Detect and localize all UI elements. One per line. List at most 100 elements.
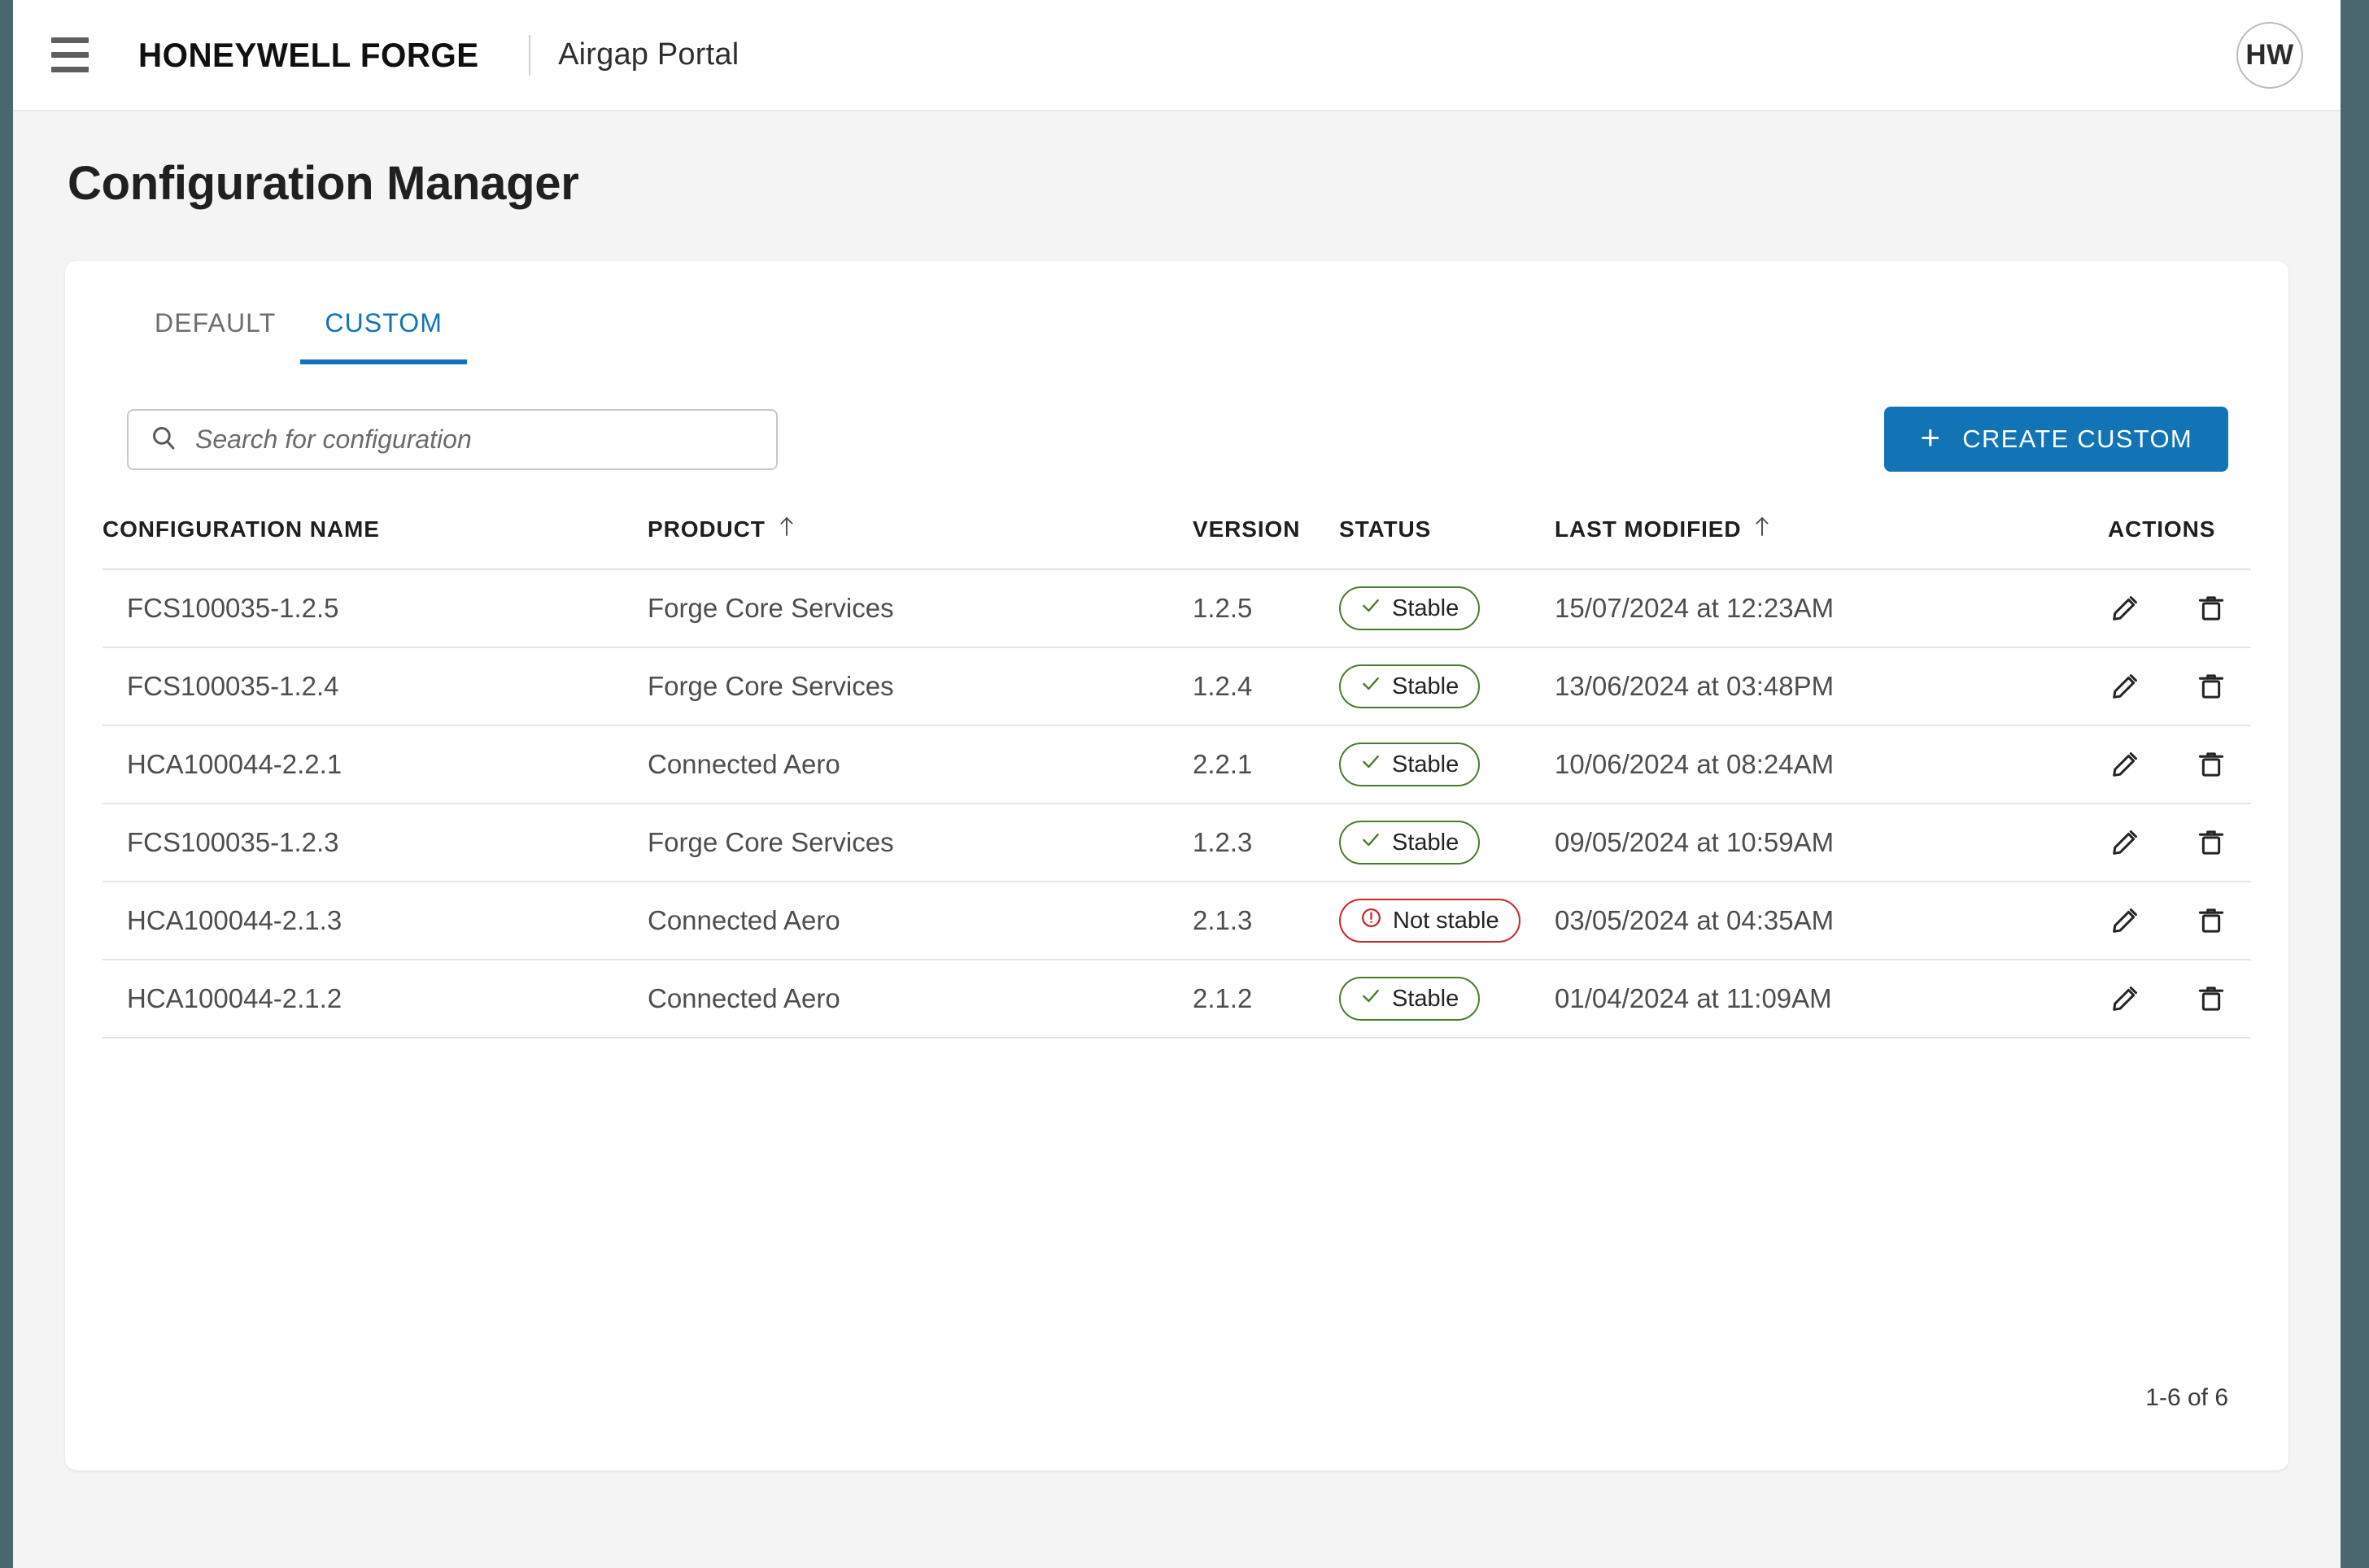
cell-last-modified: 09/05/2024 at 10:59AM <box>1555 804 2108 882</box>
cell-status: Stable <box>1339 960 1555 1039</box>
cell-last-modified: 03/05/2024 at 04:35AM <box>1555 882 2108 960</box>
cell-last-modified: 10/06/2024 at 08:24AM <box>1555 725 2108 804</box>
status-badge: Stable <box>1339 743 1481 786</box>
delete-trash-icon[interactable] <box>2196 749 2227 780</box>
column-header-last-modified[interactable]: LAST MODIFIED <box>1555 514 2108 570</box>
cell-actions <box>2108 882 2251 960</box>
cell-version: 2.1.3 <box>1193 882 1339 960</box>
search-box[interactable] <box>127 408 778 470</box>
edit-pencil-icon[interactable] <box>2109 905 2140 936</box>
cell-version: 1.2.5 <box>1193 569 1339 648</box>
column-header-product[interactable]: PRODUCT <box>648 514 1193 570</box>
cell-configuration-name: FCS100035-1.2.4 <box>103 647 648 726</box>
table-row[interactable]: HCA100044-2.2.1 Connected Aero 2.2.1 Stable… <box>103 725 2251 804</box>
status-badge: Not stable <box>1339 899 1520 943</box>
cell-product: Forge Core Services <box>648 647 1193 726</box>
cell-configuration-name: HCA100044-2.1.2 <box>103 960 648 1039</box>
cell-status: Stable <box>1339 804 1555 882</box>
column-label: ACTIONS <box>2108 516 2216 542</box>
sort-ascending-icon <box>777 514 796 544</box>
column-label: LAST MODIFIED <box>1555 516 1742 542</box>
status-label: Stable <box>1392 673 1459 699</box>
brand-block: HONEYWELL FORGE Airgap Portal <box>138 34 739 76</box>
column-header-status[interactable]: STATUS <box>1339 514 1555 570</box>
page-body: Configuration Manager DEFAULT CUSTOM Sea… <box>13 156 2341 1470</box>
column-header-configuration-name[interactable]: CONFIGURATION NAME <box>103 514 648 570</box>
table-row[interactable]: FCS100035-1.2.3 Forge Core Services 1.2.3 S… <box>103 804 2251 882</box>
cell-configuration-name: HCA100044-2.1.3 <box>103 882 648 960</box>
plus-icon: + <box>1920 418 1942 456</box>
cell-version: 1.2.4 <box>1193 647 1339 726</box>
check-icon <box>1360 673 1381 700</box>
edit-pencil-icon[interactable] <box>2109 983 2140 1014</box>
cell-actions <box>2108 725 2251 804</box>
cell-configuration-name: HCA100044-2.2.1 <box>103 725 648 804</box>
status-label: Stable <box>1392 751 1459 777</box>
table-header-row: CONFIGURATION NAME PRODUCT VERSION STATU… <box>103 514 2251 570</box>
hamburger-bar <box>51 67 89 72</box>
cell-product: Connected Aero <box>648 882 1193 960</box>
delete-trash-icon[interactable] <box>2196 671 2227 702</box>
cell-version: 2.1.2 <box>1193 960 1339 1039</box>
cell-last-modified: 15/07/2024 at 12:23AM <box>1555 569 2108 648</box>
table-row[interactable]: FCS100035-1.2.5 Forge Core Services 1.2.5 S… <box>103 569 2251 648</box>
tab-custom[interactable]: CUSTOM <box>300 308 468 364</box>
hamburger-menu-icon[interactable] <box>49 30 99 81</box>
column-header-actions: ACTIONS <box>2108 514 2251 570</box>
table-row[interactable]: FCS100035-1.2.4 Forge Core Services 1.2.4 S… <box>103 647 2251 726</box>
search-input[interactable] <box>195 424 755 455</box>
status-label: Stable <box>1392 829 1459 856</box>
brand-logo-text[interactable]: HONEYWELL FORGE <box>138 36 479 75</box>
status-label: Stable <box>1392 985 1459 1012</box>
check-icon <box>1360 595 1381 622</box>
cell-configuration-name: FCS100035-1.2.3 <box>103 804 648 882</box>
cell-version: 2.2.1 <box>1193 725 1339 804</box>
edit-pencil-icon[interactable] <box>2109 593 2140 624</box>
configurations-table: CONFIGURATION NAME PRODUCT VERSION STATU… <box>103 514 2251 1039</box>
delete-trash-icon[interactable] <box>2196 983 2227 1014</box>
page-title: Configuration Manager <box>68 157 579 210</box>
cell-actions <box>2108 647 2251 726</box>
column-label: CONFIGURATION NAME <box>103 516 380 542</box>
table-row[interactable]: HCA100044-2.1.3 Connected Aero 2.1.3 Not st… <box>103 882 2251 960</box>
status-badge: Stable <box>1339 664 1481 708</box>
sort-ascending-icon <box>1752 514 1772 544</box>
brand-divider <box>529 34 531 76</box>
check-icon <box>1360 829 1381 856</box>
table-toolbar: + CREATE CUSTOM <box>103 407 2251 472</box>
status-badge: Stable <box>1339 586 1481 630</box>
edit-pencil-icon[interactable] <box>2109 671 2140 702</box>
status-badge: Stable <box>1339 977 1481 1021</box>
hamburger-bar <box>51 52 89 58</box>
cell-status: Stable <box>1339 725 1555 804</box>
delete-trash-icon[interactable] <box>2196 905 2227 936</box>
cell-product: Connected Aero <box>648 960 1193 1039</box>
column-label: VERSION <box>1193 516 1301 542</box>
cell-last-modified: 01/04/2024 at 11:09AM <box>1555 960 2108 1039</box>
table-row[interactable]: HCA100044-2.1.2 Connected Aero 2.1.2 Stable… <box>103 960 2251 1039</box>
create-custom-button[interactable]: + CREATE CUSTOM <box>1884 407 2228 472</box>
cell-actions <box>2108 960 2251 1039</box>
edit-pencil-icon[interactable] <box>2109 827 2140 858</box>
cell-product: Forge Core Services <box>648 804 1193 882</box>
app-frame: HONEYWELL FORGE Airgap Portal HW Configu… <box>13 0 2341 1568</box>
search-icon <box>150 424 177 455</box>
column-header-version[interactable]: VERSION <box>1193 514 1339 570</box>
column-label: STATUS <box>1339 516 1432 542</box>
cell-product: Connected Aero <box>648 725 1193 804</box>
delete-trash-icon[interactable] <box>2196 593 2227 624</box>
tab-default[interactable]: DEFAULT <box>130 308 300 364</box>
app-name-label: Airgap Portal <box>558 37 739 72</box>
column-label: PRODUCT <box>648 516 766 542</box>
edit-pencil-icon[interactable] <box>2109 749 2140 780</box>
avatar[interactable]: HW <box>2236 21 2303 89</box>
app-header: HONEYWELL FORGE Airgap Portal HW <box>13 0 2341 111</box>
cell-last-modified: 13/06/2024 at 03:48PM <box>1555 647 2108 726</box>
check-icon <box>1360 751 1381 778</box>
delete-trash-icon[interactable] <box>2196 827 2227 858</box>
cell-status: Stable <box>1339 569 1555 648</box>
table-body: FCS100035-1.2.5 Forge Core Services 1.2.5 S… <box>103 569 2251 1039</box>
cell-status: Stable <box>1339 647 1555 726</box>
cell-configuration-name: FCS100035-1.2.5 <box>103 569 648 648</box>
cell-status: Not stable <box>1339 882 1555 960</box>
